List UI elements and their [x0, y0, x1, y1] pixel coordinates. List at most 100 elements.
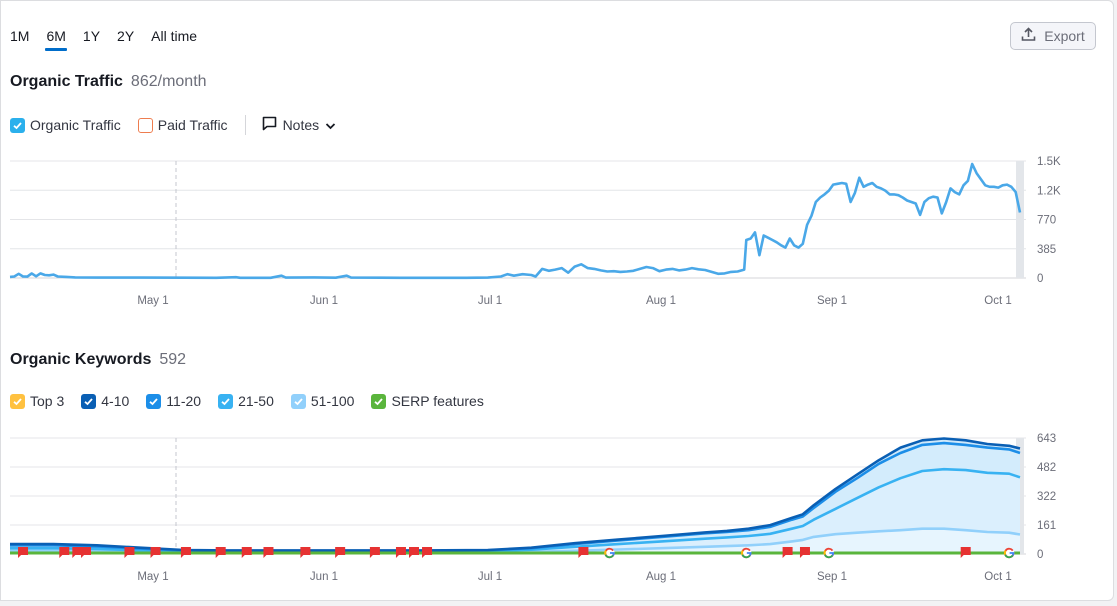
note-flag-shape: [782, 547, 793, 558]
note-flag-icon[interactable]: [799, 547, 810, 558]
checkbox-checked-icon[interactable]: [290, 393, 306, 409]
note-flag-shape: [72, 547, 83, 558]
note-flag-shape: [241, 547, 252, 558]
note-flag-shape: [369, 547, 380, 558]
note-flag-shape: [215, 547, 226, 558]
note-flag-icon[interactable]: [241, 547, 252, 558]
keywords-value: 592: [159, 351, 187, 368]
note-flag-icon[interactable]: [422, 547, 433, 558]
legend-label: 11-20: [166, 393, 202, 409]
note-flag-shape: [180, 547, 191, 558]
checkbox-unchecked-icon[interactable]: [137, 117, 153, 133]
x-tick-label: Jul 1: [478, 571, 502, 583]
legend-51-100[interactable]: 51-100: [290, 393, 355, 409]
x-tick-label: Sep 1: [817, 295, 847, 307]
note-flag-shape: [578, 547, 589, 558]
organic-traffic-line: [9, 162, 1022, 280]
x-tick-label: May 1: [137, 571, 168, 583]
checkbox-checked-icon[interactable]: [371, 393, 387, 409]
keywords-title: Organic Keywords 592: [10, 351, 186, 369]
legend-paid-traffic[interactable]: Paid Traffic: [137, 117, 228, 133]
note-flag-icon[interactable]: [960, 547, 971, 558]
keywords-title-text: Organic Keywords: [10, 351, 152, 368]
y-tick-label: 770: [1037, 215, 1056, 227]
note-flag-shape: [335, 547, 346, 558]
y-tick-label: 643: [1037, 433, 1056, 445]
note-flag-shape: [409, 547, 419, 558]
legend-11-20[interactable]: 11-20: [146, 393, 201, 409]
note-flag-icon[interactable]: [81, 547, 92, 558]
legend-organic-traffic[interactable]: Organic Traffic: [10, 117, 121, 133]
comment-icon: [262, 116, 277, 134]
note-flag-icon[interactable]: [18, 547, 29, 558]
y-tick-label: 0: [1037, 549, 1043, 561]
period-tab-2y[interactable]: 2Y: [117, 27, 134, 51]
period-tab-1m[interactable]: 1M: [10, 27, 29, 51]
checkbox-checked-icon[interactable]: [218, 393, 234, 409]
legend-serp-features[interactable]: SERP features: [371, 393, 484, 409]
note-flag-icon[interactable]: [215, 547, 226, 558]
traffic-legend: Organic Traffic Paid Traffic Notes: [10, 115, 336, 135]
google-update-icon[interactable]: [741, 547, 752, 559]
note-flag-shape: [81, 547, 92, 558]
legend-label: Organic Traffic: [30, 117, 121, 133]
note-flag-icon[interactable]: [578, 547, 589, 558]
google-update-icon[interactable]: [1003, 547, 1015, 559]
x-tick-label: Aug 1: [646, 295, 676, 307]
legend-label: SERP features: [391, 393, 484, 409]
note-flag-shape: [18, 547, 29, 558]
notes-label: Notes: [282, 117, 320, 133]
upload-icon: [1021, 27, 1036, 45]
checkbox-checked-icon[interactable]: [10, 117, 25, 133]
note-flag-icon[interactable]: [782, 547, 793, 558]
note-flag-icon[interactable]: [263, 547, 274, 558]
note-flag-shape: [422, 547, 433, 558]
google-update-icon[interactable]: [823, 547, 835, 559]
note-flag-icon[interactable]: [369, 547, 380, 558]
checkbox-checked-icon[interactable]: [146, 393, 162, 409]
period-tab-6m[interactable]: 6M: [45, 27, 68, 51]
note-flag-icon[interactable]: [59, 547, 70, 558]
legend-21-50[interactable]: 21-50: [218, 393, 274, 409]
note-flag-shape: [300, 547, 311, 558]
note-flag-shape: [799, 547, 810, 558]
chart-edge-shade: [1016, 161, 1024, 278]
x-tick-label: Oct 1: [984, 571, 1011, 583]
note-flag-icon[interactable]: [335, 547, 346, 558]
traffic-chart[interactable]: 0 385 770 1.2K 1.5K May 1 Jun 1 Jul 1 Aug 1 Sep 1…: [1, 151, 1117, 321]
legend-label: Paid Traffic: [157, 117, 228, 133]
chevron-down-icon: [325, 117, 336, 133]
y-tick-label: 1.2K: [1037, 185, 1061, 197]
y-tick-label: 385: [1037, 244, 1056, 256]
period-tab-all-time[interactable]: All time: [151, 27, 197, 51]
period-tab-1y[interactable]: 1Y: [83, 27, 100, 51]
note-flag-icon[interactable]: [395, 547, 406, 558]
note-flag-icon[interactable]: [150, 547, 161, 558]
x-tick-label: Oct 1: [984, 295, 1011, 307]
keywords-chart[interactable]: 0 161 322 482 643 May 1 Jun 1 Jul 1 Aug 1 Sep 1 Oc…: [1, 429, 1117, 599]
google-arc: [604, 550, 607, 555]
checkbox-checked-icon[interactable]: [10, 393, 25, 409]
x-tick-label: Aug 1: [646, 571, 676, 583]
legend-label: 51-100: [310, 393, 355, 409]
note-flag-icon[interactable]: [72, 547, 83, 558]
y-tick-label: 322: [1037, 491, 1056, 503]
legend-label: Top 3: [30, 393, 65, 409]
legend-4-10[interactable]: 4-10: [81, 393, 129, 409]
export-button[interactable]: Export: [1010, 22, 1096, 50]
note-flag-icon[interactable]: [409, 547, 419, 558]
notes-dropdown[interactable]: Notes: [262, 116, 337, 134]
note-flag-shape: [150, 547, 161, 558]
y-tick-label: 482: [1037, 462, 1056, 474]
x-tick-label: Jun 1: [310, 295, 338, 307]
legend-top-3[interactable]: Top 3: [10, 393, 64, 409]
note-flag-icon[interactable]: [124, 547, 135, 558]
note-flag-icon[interactable]: [180, 547, 191, 558]
y-tick-label: 0: [1037, 273, 1043, 285]
export-label: Export: [1044, 28, 1085, 44]
note-flag-shape: [960, 547, 971, 558]
note-flag-icon[interactable]: [300, 547, 311, 558]
google-update-icon[interactable]: [604, 547, 615, 559]
checkbox-checked-icon[interactable]: [81, 393, 97, 409]
y-tick-label: 1.5K: [1037, 156, 1061, 168]
